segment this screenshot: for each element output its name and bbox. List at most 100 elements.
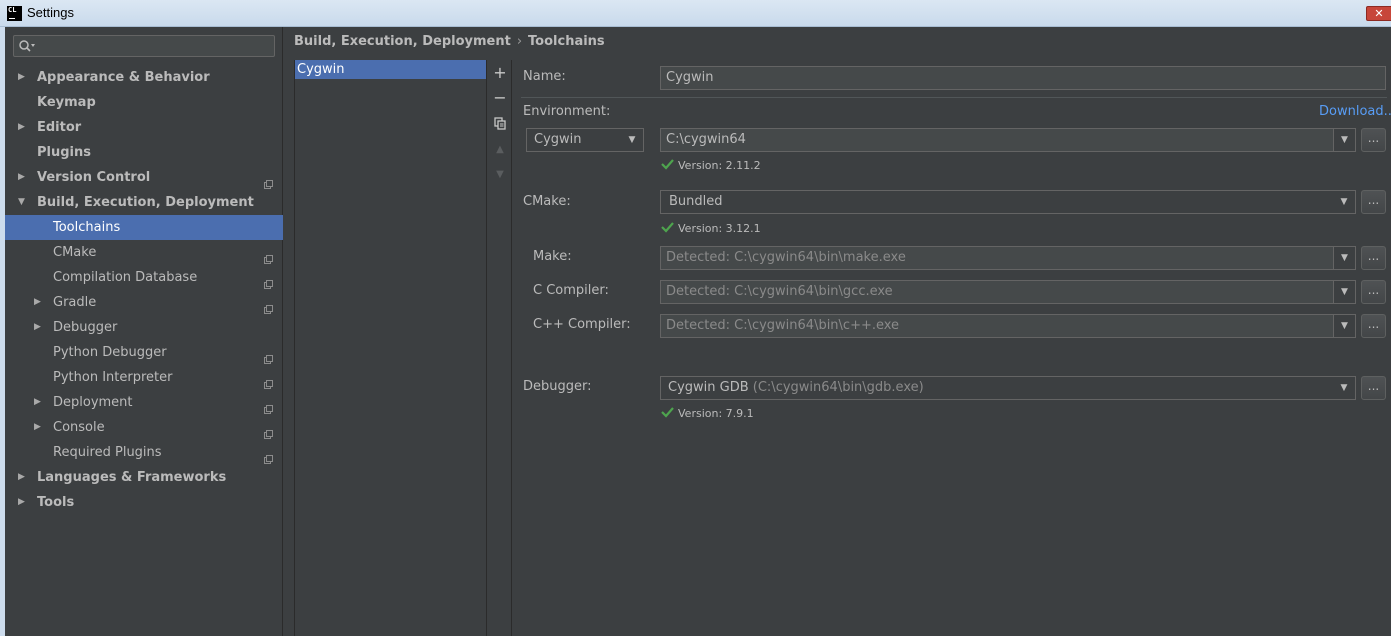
sidebar-item-label: Build, Execution, Deployment xyxy=(37,195,254,210)
clion-logo-icon: CL xyxy=(7,6,22,21)
breadcrumb-parent[interactable]: Build, Execution, Deployment xyxy=(294,34,511,49)
sidebar-item-label: Compilation Database xyxy=(53,270,198,285)
collapsed-arrow-icon[interactable]: ▶ xyxy=(18,165,28,190)
sidebar-item-label: Python Interpreter xyxy=(53,370,173,385)
chevron-down-icon: ▼ xyxy=(1333,247,1355,269)
window-title-bar: CL Settings ✕ xyxy=(0,0,1391,27)
checkmark-icon xyxy=(661,407,674,418)
make-combo[interactable]: Detected: C:\cygwin64\bin\make.exe ▼ xyxy=(660,246,1356,270)
environment-type-value: Cygwin xyxy=(534,132,582,147)
cpp-compiler-combo[interactable]: Detected: C:\cygwin64\bin\c++.exe ▼ xyxy=(660,314,1356,338)
sidebar-item-python-debugger[interactable]: Python Debugger xyxy=(5,340,283,365)
sidebar-item-compilation-database[interactable]: Compilation Database xyxy=(5,265,283,290)
expanded-arrow-icon[interactable]: ▼ xyxy=(18,190,28,215)
chevron-down-icon: ▼ xyxy=(1333,377,1355,399)
sidebar-item-label: Keymap xyxy=(37,95,96,110)
sidebar-item-label: Debugger xyxy=(53,320,118,335)
browse-cpp-compiler-button[interactable]: ... xyxy=(1361,314,1386,338)
sidebar-item-label: Plugins xyxy=(37,145,91,160)
copy-toolchain-button[interactable] xyxy=(488,113,512,133)
breadcrumb-separator: › xyxy=(516,34,523,49)
environment-type-dropdown[interactable]: Cygwin ▼ xyxy=(526,128,644,152)
browse-environment-button[interactable]: ... xyxy=(1361,128,1386,152)
sidebar-item-deployment[interactable]: ▶ Deployment xyxy=(5,390,283,415)
sidebar-item-label: CMake xyxy=(53,245,97,260)
debugger-label: Debugger: xyxy=(523,379,592,394)
sidebar-item-keymap[interactable]: Keymap xyxy=(5,90,283,115)
sidebar-item-version-control[interactable]: ▶ Version Control xyxy=(5,165,283,190)
search-icon xyxy=(19,40,35,52)
checkmark-icon xyxy=(661,222,674,233)
environment-path-combo[interactable]: C:\cygwin64 ▼ xyxy=(660,128,1356,152)
chevron-down-icon: ▼ xyxy=(1333,191,1355,213)
sidebar-item-tools[interactable]: ▶ Tools xyxy=(5,490,283,515)
close-button[interactable]: ✕ xyxy=(1366,6,1391,21)
toolchain-toolbar: + − ▲ ▼ xyxy=(488,60,512,636)
chevron-down-icon: ▼ xyxy=(1333,315,1355,337)
project-level-icon xyxy=(264,348,273,364)
collapsed-arrow-icon[interactable]: ▶ xyxy=(34,415,44,440)
chevron-down-icon: ▼ xyxy=(1333,281,1355,303)
toolchain-item-cygwin[interactable]: Cygwin xyxy=(295,60,486,79)
collapsed-arrow-icon[interactable]: ▶ xyxy=(18,465,28,490)
sidebar-item-required-plugins[interactable]: Required Plugins xyxy=(5,440,283,465)
settings-tree: ▶ Appearance & Behavior Keymap ▶ Editor Plugi… xyxy=(5,65,283,515)
sidebar-item-editor[interactable]: ▶ Editor xyxy=(5,115,283,140)
collapsed-arrow-icon[interactable]: ▶ xyxy=(34,290,44,315)
project-level-icon xyxy=(264,373,273,389)
sidebar-item-label: Appearance & Behavior xyxy=(37,70,210,85)
c-compiler-value: Detected: C:\cygwin64\bin\gcc.exe xyxy=(666,284,893,299)
collapsed-arrow-icon[interactable]: ▶ xyxy=(18,115,28,140)
sidebar-item-label: Required Plugins xyxy=(53,445,162,460)
collapsed-arrow-icon[interactable]: ▶ xyxy=(18,65,28,90)
project-level-icon xyxy=(264,273,273,289)
download-link[interactable]: Download... xyxy=(1319,104,1391,119)
browse-debugger-button[interactable]: ... xyxy=(1361,376,1386,400)
sidebar-item-debugger[interactable]: ▶ Debugger xyxy=(5,315,283,340)
chevron-down-icon: ▼ xyxy=(1333,129,1355,151)
sidebar-item-console[interactable]: ▶ Console xyxy=(5,415,283,440)
project-level-icon xyxy=(264,298,273,314)
toolchain-list: Cygwin xyxy=(294,60,487,636)
collapsed-arrow-icon[interactable]: ▶ xyxy=(18,490,28,515)
sidebar-item-label: Gradle xyxy=(53,295,97,310)
browse-c-compiler-button[interactable]: ... xyxy=(1361,280,1386,304)
debugger-dropdown[interactable]: Cygwin GDB (C:\cygwin64\bin\gdb.exe) ▼ xyxy=(660,376,1356,400)
sidebar-item-gradle[interactable]: ▶ Gradle xyxy=(5,290,283,315)
cpp-compiler-value: Detected: C:\cygwin64\bin\c++.exe xyxy=(666,318,900,333)
debugger-version-text: Version: 7.9.1 xyxy=(678,407,754,420)
sidebar-item-appearance-behavior[interactable]: ▶ Appearance & Behavior xyxy=(5,65,283,90)
collapsed-arrow-icon[interactable]: ▶ xyxy=(34,390,44,415)
environment-path-value: C:\cygwin64 xyxy=(666,132,746,147)
breadcrumb-current: Toolchains xyxy=(528,34,605,49)
project-level-icon xyxy=(264,448,273,464)
sidebar-item-plugins[interactable]: Plugins xyxy=(5,140,283,165)
name-field[interactable]: Cygwin xyxy=(660,66,1386,90)
sidebar-item-cmake[interactable]: CMake xyxy=(5,240,283,265)
cmake-dropdown[interactable]: Bundled ▼ xyxy=(660,190,1356,214)
environment-version-text: Version: 2.11.2 xyxy=(678,159,761,172)
move-up-button[interactable]: ▲ xyxy=(488,140,512,160)
copy-icon xyxy=(494,117,506,130)
settings-sidebar: ▶ Appearance & Behavior Keymap ▶ Editor Plugi… xyxy=(5,27,283,636)
remove-toolchain-button[interactable]: − xyxy=(488,88,512,108)
breadcrumb: Build, Execution, Deployment › Toolchains xyxy=(294,34,605,49)
window-title: Settings xyxy=(27,5,74,20)
browse-cmake-button[interactable]: ... xyxy=(1361,190,1386,214)
c-compiler-combo[interactable]: Detected: C:\cygwin64\bin\gcc.exe ▼ xyxy=(660,280,1356,304)
c-compiler-label: C Compiler: xyxy=(533,283,609,298)
move-down-button[interactable]: ▼ xyxy=(488,165,512,185)
make-label: Make: xyxy=(533,249,572,264)
sidebar-item-label: Tools xyxy=(37,495,75,510)
environment-label: Environment: xyxy=(523,104,611,119)
section-divider xyxy=(521,97,1387,98)
sidebar-item-build-execution-deployment[interactable]: ▼ Build, Execution, Deployment xyxy=(5,190,283,215)
sidebar-item-python-interpreter[interactable]: Python Interpreter xyxy=(5,365,283,390)
search-input[interactable] xyxy=(13,35,275,57)
browse-make-button[interactable]: ... xyxy=(1361,246,1386,270)
collapsed-arrow-icon[interactable]: ▶ xyxy=(34,315,44,340)
sidebar-item-label: Python Debugger xyxy=(53,345,167,360)
sidebar-item-languages-frameworks[interactable]: ▶ Languages & Frameworks xyxy=(5,465,283,490)
sidebar-item-toolchains[interactable]: Toolchains xyxy=(5,215,283,240)
add-toolchain-button[interactable]: + xyxy=(488,63,512,83)
